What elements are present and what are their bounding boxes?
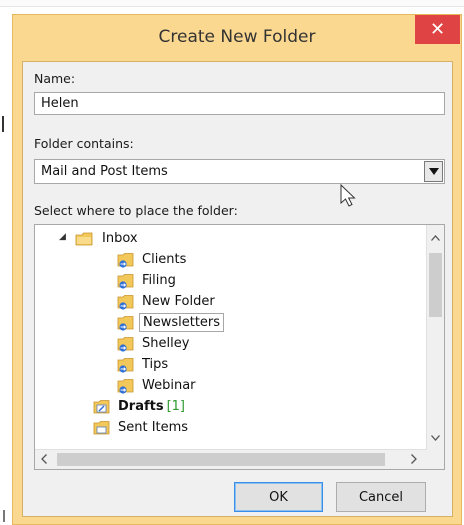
tree-item-shelley[interactable]: Shelley	[117, 333, 192, 354]
drafts-label: Drafts	[118, 399, 164, 414]
scroll-left-icon[interactable]	[41, 454, 47, 466]
tree-item-tips[interactable]: Tips	[117, 354, 171, 375]
tree-item-newsletters[interactable]: Newsletters	[117, 312, 225, 333]
tree-item-sent-items[interactable]: Sent Items	[93, 417, 191, 438]
folder-sync-icon	[117, 273, 134, 289]
name-label: Name:	[34, 71, 76, 86]
vertical-scroll-thumb[interactable]	[429, 253, 442, 317]
folder-label: Newsletters	[139, 313, 225, 332]
title-bar[interactable]: Create New Folder ✕	[13, 15, 461, 62]
tree-item-webinar[interactable]: Webinar	[117, 375, 199, 396]
scroll-right-icon[interactable]	[411, 454, 417, 466]
folder-contains-label: Folder contains:	[34, 136, 134, 151]
folder-sync-icon	[117, 336, 134, 352]
sent-items-icon	[93, 420, 110, 434]
tree-item-drafts[interactable]: Drafts [1]	[93, 396, 185, 417]
folder-contains-value: Mail and Post Items	[41, 164, 168, 179]
close-button[interactable]: ✕	[415, 15, 460, 44]
tree-item-inbox[interactable]: ◢ Inbox	[59, 228, 141, 249]
sent-items-label: Sent Items	[118, 420, 189, 435]
collapse-arrow-icon[interactable]: ◢	[59, 232, 66, 242]
background-cursor-mark	[2, 116, 4, 132]
location-label: Select where to place the folder:	[34, 203, 238, 218]
folder-label: New Folder	[142, 294, 215, 309]
tree-item-new-folder[interactable]: New Folder	[117, 291, 218, 312]
cancel-button[interactable]: Cancel	[336, 482, 426, 512]
dropdown-button[interactable]	[424, 161, 443, 182]
folder-tree[interactable]: ◢ Inbox Clients Filing New Folder Newsle…	[34, 224, 445, 470]
folder-label: Shelley	[142, 336, 190, 351]
dialog-title: Create New Folder	[158, 27, 316, 47]
folder-sync-icon	[117, 357, 134, 373]
tree-item-filing[interactable]: Filing	[117, 270, 179, 291]
horizontal-scroll-thumb[interactable]	[57, 453, 385, 466]
folder-label: Webinar	[142, 378, 196, 393]
folder-contains-select[interactable]: Mail and Post Items	[34, 159, 445, 184]
vertical-scrollbar[interactable]	[426, 225, 444, 450]
horizontal-scrollbar[interactable]	[35, 449, 427, 469]
drafts-icon	[93, 399, 110, 413]
folder-sync-icon	[117, 294, 134, 310]
dialog-body: Name: Helen Folder contains: Mail and Po…	[22, 61, 453, 517]
background-window-edge	[0, 0, 464, 7]
close-icon: ✕	[429, 19, 446, 40]
tree-item-clients[interactable]: Clients	[117, 249, 189, 270]
scrollbar-corner	[427, 450, 444, 469]
chevron-down-icon	[428, 168, 439, 175]
ok-button[interactable]: OK	[234, 482, 323, 512]
folder-label: Clients	[142, 252, 187, 267]
mouse-pointer-icon	[340, 184, 356, 207]
create-new-folder-dialog: Create New Folder ✕ Name: Helen Folder c…	[12, 14, 462, 525]
inbox-label: Inbox	[102, 231, 138, 246]
folder-label: Filing	[142, 273, 176, 288]
name-input[interactable]: Helen	[34, 92, 445, 115]
folder-sync-icon	[117, 315, 134, 331]
inbox-icon	[75, 232, 93, 245]
scroll-up-icon[interactable]	[431, 231, 440, 243]
scroll-down-icon[interactable]	[431, 431, 440, 443]
folder-sync-icon	[117, 252, 134, 268]
background-edge-mark	[3, 510, 5, 522]
drafts-count-badge: [1]	[166, 399, 186, 414]
folder-sync-icon	[117, 378, 134, 394]
folder-label: Tips	[142, 357, 169, 372]
